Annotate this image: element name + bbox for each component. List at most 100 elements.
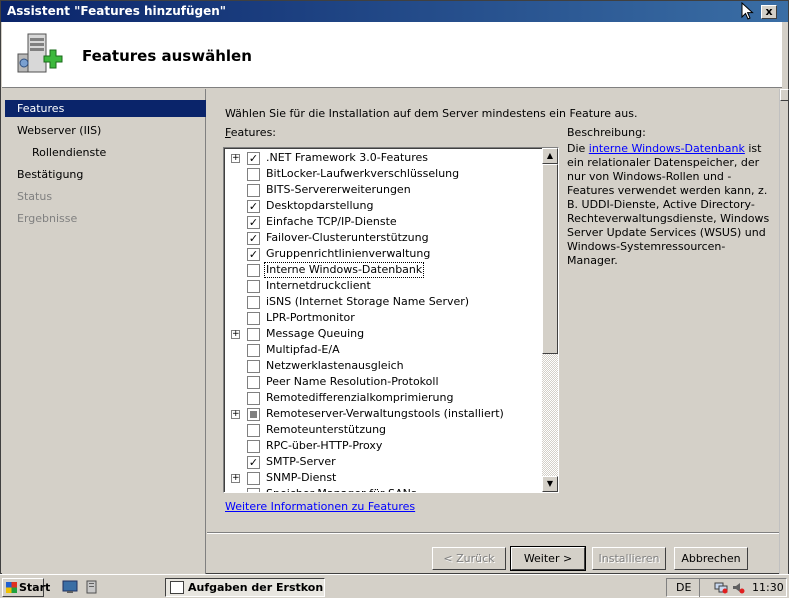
feature-label: iSNS (Internet Storage Name Server) <box>266 295 470 308</box>
feature-checkbox[interactable]: ✓ <box>247 248 260 261</box>
feature-label: Gruppenrichtlinienverwaltung <box>266 247 431 260</box>
feature-row[interactable]: + Message Queuing <box>224 326 542 342</box>
expand-icon[interactable]: + <box>231 330 240 339</box>
feature-label: Desktopdarstellung <box>266 199 374 212</box>
feature-row[interactable]: Netzwerklastenausgleich <box>224 358 542 374</box>
feature-checkbox[interactable] <box>247 472 260 485</box>
description-link[interactable]: interne Windows-Datenbank <box>589 142 745 155</box>
feature-row[interactable]: Internetdruckclient <box>224 278 542 294</box>
feature-row[interactable]: BITS-Servererweiterungen <box>224 182 542 198</box>
page-title: Features auswählen <box>82 47 252 65</box>
feature-checkbox[interactable] <box>247 360 260 373</box>
feature-checkbox[interactable] <box>247 344 260 357</box>
feature-row[interactable]: + Remoteserver-Verwaltungstools (installi… <box>224 406 542 422</box>
feature-row[interactable]: Remoteunterstützung <box>224 422 542 438</box>
install-button[interactable]: Installieren <box>592 547 666 570</box>
expand-icon[interactable]: + <box>231 154 240 163</box>
wizard-nav: Features Webserver (IIS) Rollendienste B… <box>2 89 206 575</box>
feature-checkbox[interactable] <box>247 296 260 309</box>
feature-label: Speicher-Manager für SANs <box>266 487 417 492</box>
nav-item-features[interactable]: Features <box>5 100 206 117</box>
feature-row[interactable]: + SNMP-Dienst <box>224 470 542 486</box>
feature-label: Message Queuing <box>266 327 365 340</box>
feature-label: LPR-Portmonitor <box>266 311 355 324</box>
feature-checkbox[interactable] <box>247 184 260 197</box>
feature-checkbox[interactable] <box>247 168 260 181</box>
feature-row[interactable]: ✓ SMTP-Server <box>224 454 542 470</box>
expand-icon[interactable]: + <box>231 474 240 483</box>
feature-label: BitLocker-Laufwerkverschlüsselung <box>266 167 460 180</box>
feature-row[interactable]: RPC-über-HTTP-Proxy <box>224 438 542 454</box>
features-list[interactable]: + ✓ .NET Framework 3.0-Features BitLocker-L… <box>223 147 559 493</box>
feature-checkbox[interactable]: ✓ <box>247 216 260 229</box>
show-desktop-icon[interactable] <box>62 580 78 594</box>
feature-row[interactable]: ✓ Desktopdarstellung <box>224 198 542 214</box>
feature-row[interactable]: Speicher-Manager für SANs <box>224 486 542 492</box>
feature-row[interactable]: ✓ Gruppenrichtlinienverwaltung <box>224 246 542 262</box>
next-button[interactable]: Weiter > <box>510 546 586 571</box>
scroll-down-button[interactable]: ▼ <box>542 476 558 492</box>
feature-checkbox[interactable] <box>247 440 260 453</box>
feature-checkbox[interactable] <box>247 280 260 293</box>
features-list-scrollbar[interactable]: ▲ ▼ <box>542 148 558 492</box>
back-button[interactable]: < Zurück <box>432 547 506 570</box>
window-title: Assistent "Features hinzufügen" <box>7 4 227 18</box>
feature-checkbox[interactable] <box>247 376 260 389</box>
feature-checkbox[interactable] <box>247 424 260 437</box>
feature-row[interactable]: Multipfad-E/A <box>224 342 542 358</box>
volume-icon[interactable] <box>731 581 745 594</box>
start-label: Start <box>19 581 51 594</box>
nav-item-webserver[interactable]: Webserver (IIS) <box>5 122 206 139</box>
feature-row[interactable]: ✓ Failover-Clusterunterstützung <box>224 230 542 246</box>
scroll-thumb[interactable] <box>542 164 558 354</box>
description-prefix: Die <box>567 142 589 155</box>
feature-row[interactable]: Interne Windows-Datenbank <box>224 262 542 278</box>
nav-item-rollendienste[interactable]: Rollendienste <box>5 144 206 161</box>
taskbar-task[interactable]: Aufgaben der Erstkon... <box>165 578 325 597</box>
wizard-header: Features auswählen <box>2 22 782 88</box>
feature-checkbox[interactable]: ✓ <box>247 232 260 245</box>
feature-label: Remotedifferenzialkomprimierung <box>266 391 454 404</box>
task-label: Aufgaben der Erstkon... <box>188 581 325 594</box>
language-indicator[interactable]: DE <box>668 578 701 597</box>
feature-label: Peer Name Resolution-Protokoll <box>266 375 439 388</box>
window-scroll-up-button[interactable] <box>780 89 789 101</box>
feature-checkbox[interactable] <box>247 312 260 325</box>
feature-checkbox[interactable] <box>247 392 260 405</box>
feature-checkbox[interactable] <box>247 264 260 277</box>
features-label: Features: <box>225 126 276 139</box>
clock: 11:30 <box>752 581 784 594</box>
description-body: ist ein relationaler Datenspeicher, der … <box>567 142 770 267</box>
feature-checkbox[interactable] <box>247 408 260 421</box>
title-bar[interactable]: Assistent "Features hinzufügen" x <box>1 1 788 22</box>
scroll-up-button[interactable]: ▲ <box>542 148 558 164</box>
cancel-button[interactable]: Abbrechen <box>674 547 748 570</box>
nav-item-bestaetigung[interactable]: Bestätigung <box>5 166 206 183</box>
nav-item-label: Bestätigung <box>17 168 84 181</box>
feature-checkbox[interactable]: ✓ <box>247 152 260 165</box>
feature-row[interactable]: BitLocker-Laufwerkverschlüsselung <box>224 166 542 182</box>
feature-row[interactable]: ✓ Einfache TCP/IP-Dienste <box>224 214 542 230</box>
close-button[interactable]: x <box>761 5 777 19</box>
expand-icon[interactable]: + <box>231 410 240 419</box>
feature-label: Remoteunterstützung <box>266 423 387 436</box>
feature-row[interactable]: LPR-Portmonitor <box>224 310 542 326</box>
server-manager-icon[interactable] <box>84 580 100 594</box>
feature-checkbox[interactable]: ✓ <box>247 200 260 213</box>
feature-label: Remoteserver-Verwaltungstools (installie… <box>266 407 504 420</box>
feature-row[interactable]: Remotedifferenzialkomprimierung <box>224 390 542 406</box>
more-info-link[interactable]: Weitere Informationen zu Features <box>225 500 415 513</box>
network-icon[interactable] <box>714 581 728 594</box>
feature-label: Multipfad-E/A <box>266 343 340 356</box>
description-label: Beschreibung: <box>567 126 646 139</box>
feature-row[interactable]: + ✓ .NET Framework 3.0-Features <box>224 150 542 166</box>
start-button[interactable]: Start <box>2 578 50 597</box>
feature-checkbox[interactable] <box>247 488 260 492</box>
feature-row[interactable]: Peer Name Resolution-Protokoll <box>224 374 542 390</box>
feature-checkbox[interactable]: ✓ <box>247 456 260 469</box>
nav-item-label: Rollendienste <box>32 146 107 159</box>
feature-checkbox[interactable] <box>247 328 260 341</box>
feature-label: RPC-über-HTTP-Proxy <box>266 439 383 452</box>
feature-row[interactable]: iSNS (Internet Storage Name Server) <box>224 294 542 310</box>
window-scrollbar[interactable] <box>779 89 789 575</box>
